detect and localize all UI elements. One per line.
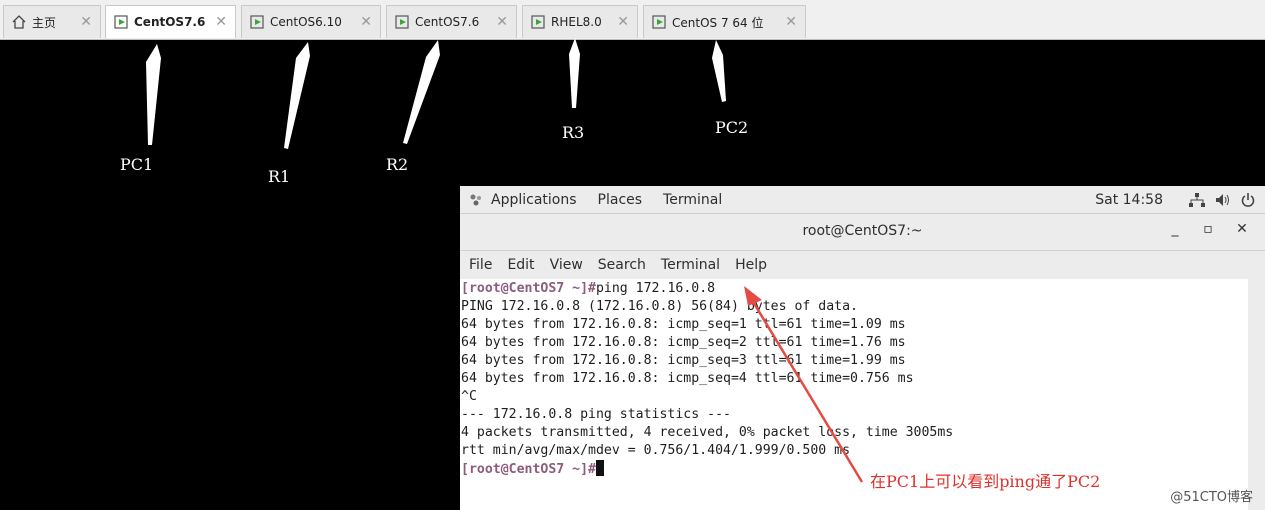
watermark: @51CTO博客 [1170, 490, 1253, 505]
red-annotation-arrow [744, 286, 864, 483]
annotation-note: 在PC1上可以看到ping通了PC2 [870, 472, 1101, 491]
